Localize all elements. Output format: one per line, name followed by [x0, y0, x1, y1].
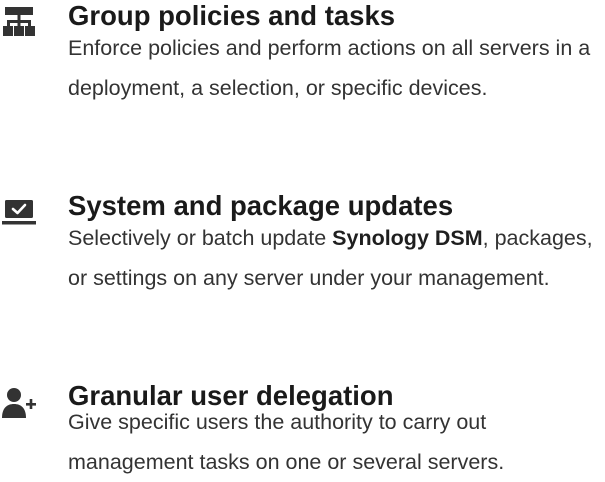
server-network-icon [2, 6, 36, 40]
user-add-icon [2, 386, 36, 420]
feature-description: Enforce policies and perform actions on … [68, 36, 591, 100]
product-name: Synology DSM [332, 226, 483, 250]
description-text: Selectively or batch update [68, 226, 333, 250]
feature-description: Give specific users the authority to car… [68, 410, 505, 474]
feature-description: Selectively or batch update Synology DSM… [68, 218, 604, 298]
checkbox-monitor-icon [2, 198, 36, 232]
